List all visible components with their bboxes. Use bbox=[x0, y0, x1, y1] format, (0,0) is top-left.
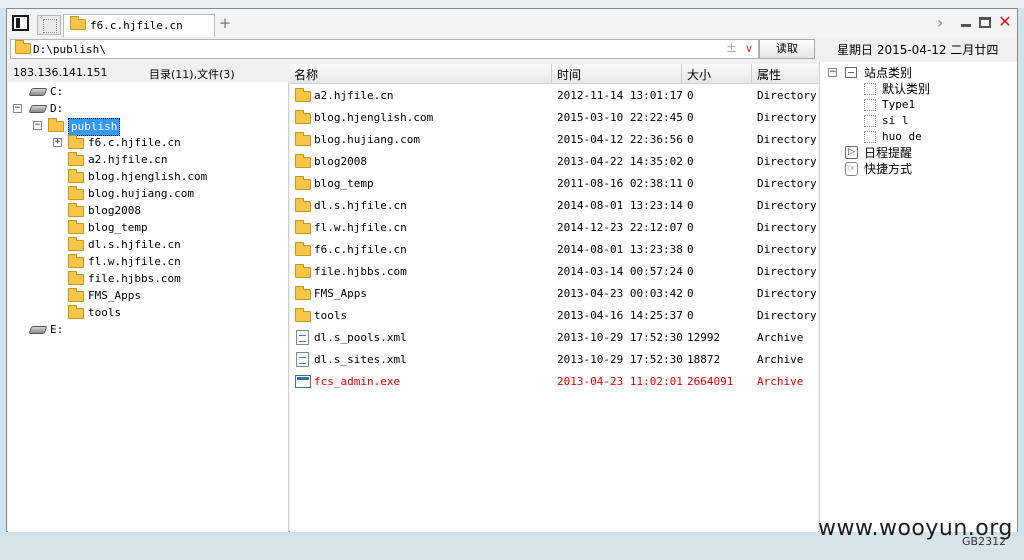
folder-icon bbox=[68, 186, 84, 200]
tab-blank[interactable] bbox=[37, 15, 61, 35]
category-checkbox[interactable] bbox=[864, 115, 876, 127]
file-list-header: 名称 时间 大小 属性 bbox=[290, 64, 818, 84]
collapse-icon[interactable]: − bbox=[33, 121, 42, 130]
maximize-icon[interactable] bbox=[979, 17, 991, 28]
table-row[interactable]: dl.s_sites.xml 2013-10-29 17:52:30 18872… bbox=[290, 350, 818, 370]
forward-arrow-icon[interactable]: › bbox=[937, 14, 951, 32]
table-row[interactable]: dl.s.hjfile.cn 2014-08-01 13:23:14 0 Dir… bbox=[290, 196, 818, 216]
folder-icon bbox=[295, 308, 311, 322]
address-bar[interactable]: D:\publish\ ± ∨ bbox=[10, 39, 759, 59]
table-row[interactable]: blog.hjenglish.com 2015-03-10 22:22:45 0… bbox=[290, 108, 818, 128]
table-row[interactable]: dl.s_pools.xml 2013-10-29 17:52:30 12992… bbox=[290, 328, 818, 348]
server-ip: 183.136.141.151 bbox=[13, 66, 108, 79]
tree-item-label: publish bbox=[68, 118, 121, 136]
folder-icon bbox=[295, 88, 311, 102]
drive-icon bbox=[28, 88, 48, 96]
drive-icon bbox=[28, 326, 48, 334]
drive-icon bbox=[28, 105, 48, 113]
collapse-icon[interactable]: − bbox=[828, 68, 837, 77]
column-divider[interactable] bbox=[681, 64, 682, 84]
table-row[interactable]: FMS_Apps 2013-04-23 00:03:42 0 Directory bbox=[290, 284, 818, 304]
column-divider[interactable] bbox=[551, 64, 552, 84]
file-manager-window: f6.c.hjfile.cn + › ✕ D:\publish\ ± ∨ 读取 … bbox=[6, 8, 1018, 532]
column-header-time[interactable]: 时间 bbox=[557, 66, 581, 83]
folder-icon bbox=[295, 110, 311, 124]
category-icon bbox=[845, 67, 857, 78]
address-path[interactable]: D:\publish\ bbox=[33, 43, 106, 56]
toggle-icon[interactable]: ± bbox=[726, 41, 737, 56]
file-list: a2.hjfile.cn 2012-11-14 13:01:17 0 Direc… bbox=[290, 84, 818, 532]
table-row[interactable]: fl.w.hjfile.cn 2014-12-23 22:12:07 0 Dir… bbox=[290, 218, 818, 238]
folder-icon bbox=[48, 118, 64, 132]
sidebar-toggle-icon[interactable] bbox=[12, 15, 29, 31]
table-row[interactable]: fcs_admin.exe 2013-04-23 11:02:01 266409… bbox=[290, 372, 818, 392]
table-row[interactable]: tools 2013-04-16 14:25:37 0 Directory bbox=[290, 306, 818, 326]
folder-icon bbox=[68, 288, 84, 302]
encoding-label: GB2312 bbox=[962, 535, 1007, 548]
minimize-icon[interactable] bbox=[961, 24, 971, 27]
table-row[interactable]: f6.c.hjfile.cn 2014-08-01 13:23:38 0 Dir… bbox=[290, 240, 818, 260]
chevron-down-icon[interactable]: ∨ bbox=[745, 42, 753, 55]
category-checkbox[interactable] bbox=[864, 99, 876, 111]
tab-bar: f6.c.hjfile.cn + › ✕ bbox=[7, 9, 1017, 37]
folder-icon bbox=[68, 135, 84, 149]
folder-icon bbox=[68, 220, 84, 234]
read-button[interactable]: 读取 bbox=[759, 39, 815, 59]
folder-icon bbox=[295, 286, 311, 300]
shortcut-icon: ☞ bbox=[845, 162, 858, 176]
close-icon[interactable]: ✕ bbox=[997, 13, 1013, 31]
table-row[interactable]: blog_temp 2011-08-16 02:38:11 0 Director… bbox=[290, 174, 818, 194]
expand-icon[interactable]: + bbox=[53, 138, 62, 147]
tab-label: f6.c.hjfile.cn bbox=[90, 19, 183, 32]
category-checkbox[interactable] bbox=[864, 83, 876, 95]
folder-icon bbox=[295, 176, 311, 190]
folder-icon bbox=[68, 169, 84, 183]
column-header-attr[interactable]: 属性 bbox=[757, 66, 781, 83]
folder-icon bbox=[295, 242, 311, 256]
folder-icon bbox=[15, 40, 31, 54]
directory-tree: C: − D: − publish + f6.c.hjfile.cn a2.hj… bbox=[8, 82, 289, 532]
xml-file-icon bbox=[296, 352, 309, 367]
table-row[interactable]: a2.hjfile.cn 2012-11-14 13:01:17 0 Direc… bbox=[290, 86, 818, 106]
folder-icon bbox=[68, 305, 84, 319]
tab-active[interactable]: f6.c.hjfile.cn bbox=[63, 14, 215, 37]
clock-icon: ▷ bbox=[845, 146, 858, 159]
folder-icon bbox=[295, 198, 311, 212]
new-tab-button[interactable]: + bbox=[217, 15, 233, 31]
collapse-icon[interactable]: − bbox=[13, 104, 22, 113]
category-checkbox[interactable] bbox=[864, 131, 876, 143]
column-header-size[interactable]: 大小 bbox=[687, 66, 711, 83]
table-row[interactable]: file.hjbbs.com 2014-03-14 00:57:24 0 Dir… bbox=[290, 262, 818, 282]
folder-icon bbox=[68, 237, 84, 251]
site-category-panel: − 站点类别 默认类别 Type1 si l huo de ▷ 日程提醒 ☞ 快… bbox=[819, 62, 1017, 532]
folder-icon bbox=[68, 203, 84, 217]
table-row[interactable]: blog.hujiang.com 2015-04-12 22:36:56 0 D… bbox=[290, 130, 818, 150]
table-row[interactable]: blog2008 2013-04-22 14:35:02 0 Directory bbox=[290, 152, 818, 172]
column-divider[interactable] bbox=[751, 64, 752, 84]
folder-icon bbox=[68, 254, 84, 268]
item-counts: 目录(11),文件(3) bbox=[149, 68, 235, 81]
folder-icon bbox=[68, 152, 84, 166]
xml-file-icon bbox=[296, 330, 309, 345]
folder-icon bbox=[68, 271, 84, 285]
folder-icon bbox=[70, 16, 86, 30]
exe-file-icon bbox=[295, 375, 311, 388]
column-header-name[interactable]: 名称 bbox=[294, 66, 318, 83]
folder-icon bbox=[295, 220, 311, 234]
desktop-background-top bbox=[0, 0, 1024, 8]
date-display: 星期日 2015-04-12 二月廿四 bbox=[837, 43, 999, 57]
folder-icon bbox=[295, 132, 311, 146]
folder-icon bbox=[295, 264, 311, 278]
folder-icon bbox=[295, 154, 311, 168]
